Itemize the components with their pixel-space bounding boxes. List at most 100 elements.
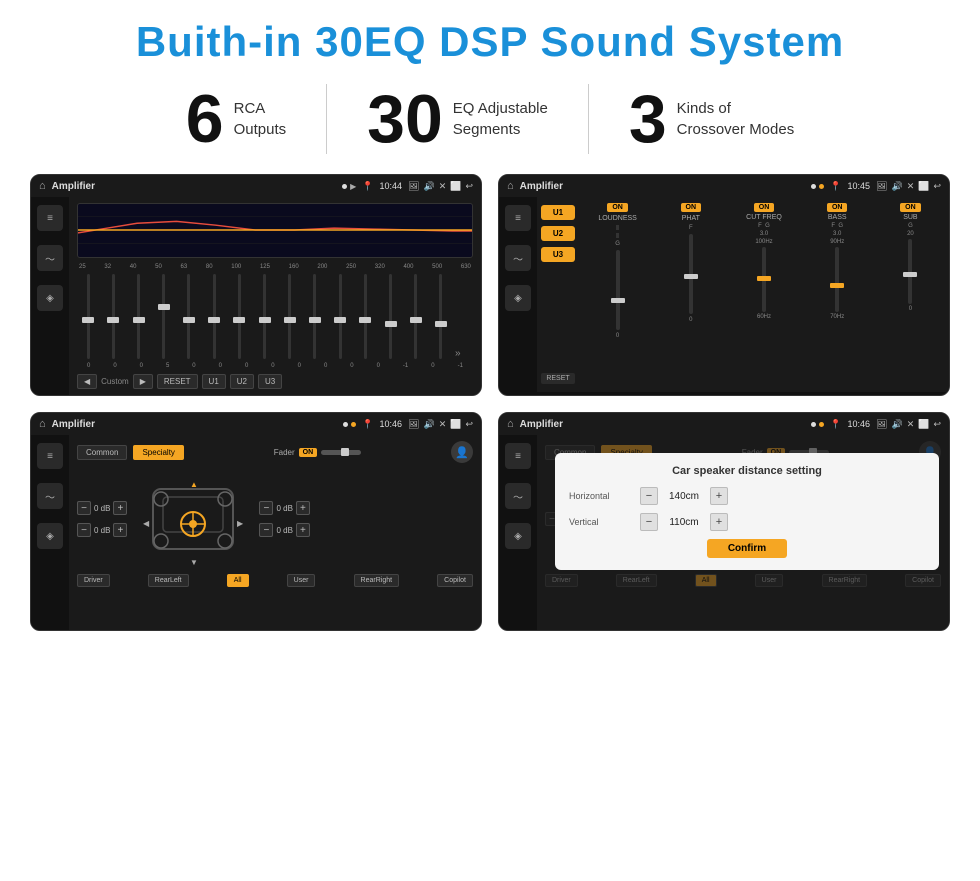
speaker-tabs-row: Common Specialty Fader ON 👤	[77, 441, 473, 463]
rearleft-btn[interactable]: RearLeft	[148, 574, 189, 587]
db-plus-2[interactable]: +	[113, 523, 127, 537]
eq-slider-6[interactable]	[203, 274, 225, 359]
on-sub[interactable]: ON	[900, 203, 921, 212]
user-avatar[interactable]: 👤	[451, 441, 473, 463]
db-minus-2[interactable]: −	[77, 523, 91, 537]
screen1-time: 10:44	[380, 181, 403, 191]
feature-text-eq: EQ AdjustableSegments	[453, 98, 548, 140]
preset-u3[interactable]: U3	[541, 247, 575, 262]
home-icon[interactable]: ⌂	[39, 180, 46, 192]
slider-loudness[interactable]	[616, 250, 620, 330]
preset-u2[interactable]: U2	[541, 226, 575, 241]
speaker-icon-2[interactable]: ◈	[505, 285, 531, 311]
user-btn[interactable]: User	[287, 574, 316, 587]
label-cutfreq: CUT FREQ	[746, 214, 782, 221]
wave-icon-3[interactable]: 〜	[37, 483, 63, 509]
feature-eq: 30 EQ AdjustableSegments	[327, 85, 588, 153]
vertical-minus[interactable]: −	[640, 513, 658, 531]
db-row-4: − 0 dB +	[259, 523, 309, 537]
db-minus-1[interactable]: −	[77, 501, 91, 515]
prev-btn[interactable]: ◀	[77, 374, 97, 389]
topbar-1: ⌂ Amplifier ▶ 📍 10:44 🖼🔊✕⬜↩	[31, 175, 481, 197]
status-dots-3	[343, 422, 356, 427]
svg-text:▶: ▶	[237, 519, 244, 528]
top-icons-set1: 🖼🔊✕⬜↩	[408, 181, 473, 192]
on-loudness[interactable]: ON	[607, 203, 628, 212]
tab-specialty-3[interactable]: Specialty	[133, 445, 183, 460]
slider-bass[interactable]	[835, 247, 839, 312]
home-icon-4[interactable]: ⌂	[507, 418, 514, 430]
all-btn[interactable]: All	[227, 574, 249, 587]
eq-slider-12[interactable]	[354, 274, 376, 359]
eq-icon[interactable]: ≡	[37, 205, 63, 231]
dot-orange-2	[819, 184, 824, 189]
horizontal-minus[interactable]: −	[640, 487, 658, 505]
fader-slider[interactable]	[321, 450, 361, 455]
confirm-button[interactable]: Confirm	[707, 539, 787, 558]
car-diagram: ▲ ▼ ◀ ▶	[133, 469, 253, 569]
eq-slider-3[interactable]	[127, 274, 149, 359]
db-plus-1[interactable]: +	[113, 501, 127, 515]
u2-btn-1[interactable]: U2	[230, 374, 254, 389]
reset-btn-1[interactable]: RESET	[157, 374, 198, 389]
eq-slider-2[interactable]	[102, 274, 124, 359]
eq-slider-8[interactable]	[253, 274, 275, 359]
u3-btn-1[interactable]: U3	[258, 374, 282, 389]
vertical-plus[interactable]: +	[710, 513, 728, 531]
top-icons-1: 📍	[362, 181, 373, 192]
speaker-icon[interactable]: ◈	[37, 285, 63, 311]
db-plus-4[interactable]: +	[296, 523, 310, 537]
tab-common-3[interactable]: Common	[77, 445, 127, 460]
side-icons-3: ≡ 〜 ◈	[31, 435, 69, 630]
eq-slider-5[interactable]	[178, 274, 200, 359]
rearright-btn[interactable]: RearRight	[354, 574, 400, 587]
eq-slider-10[interactable]	[304, 274, 326, 359]
top-icons-2: 📍	[830, 181, 841, 192]
eq-icon-4[interactable]: ≡	[505, 443, 531, 469]
dot-orange-4	[819, 422, 824, 427]
db-minus-3[interactable]: −	[259, 501, 273, 515]
horizontal-plus[interactable]: +	[710, 487, 728, 505]
eq-slider-4[interactable]	[153, 274, 175, 359]
slider-cutfreq[interactable]	[762, 247, 766, 312]
eq-slider-7[interactable]	[228, 274, 250, 359]
eq-slider-14[interactable]	[405, 274, 427, 359]
play-btn[interactable]: ▶	[133, 374, 153, 389]
topbar-4: ⌂ Amplifier 📍 10:46 🖼🔊✕⬜↩	[499, 413, 949, 435]
eq-slider-13[interactable]	[379, 274, 401, 359]
eq-slider-11[interactable]	[329, 274, 351, 359]
db-minus-4[interactable]: −	[259, 523, 273, 537]
slider-sub[interactable]	[908, 239, 912, 304]
db-plus-3[interactable]: +	[296, 501, 310, 515]
preset-u1[interactable]: U1	[541, 205, 575, 220]
eq-icon-3[interactable]: ≡	[37, 443, 63, 469]
wave-icon-2[interactable]: 〜	[505, 245, 531, 271]
on-bass[interactable]: ON	[827, 203, 848, 212]
db-val-4: 0 dB	[276, 526, 292, 535]
slider-phat[interactable]	[689, 234, 693, 314]
speaker-bottom-btns: Driver RearLeft All User RearRight Copil…	[77, 574, 473, 587]
fader-on[interactable]: ON	[299, 448, 318, 457]
feature-rca: 6 RCAOutputs	[146, 85, 326, 153]
reset-btn-2[interactable]: RESET	[541, 373, 575, 384]
svg-text:▼: ▼	[190, 558, 198, 567]
speaker-icon-4[interactable]: ◈	[505, 523, 531, 549]
driver-btn[interactable]: Driver	[77, 574, 110, 587]
home-icon-3[interactable]: ⌂	[39, 418, 46, 430]
u1-btn-1[interactable]: U1	[202, 374, 226, 389]
speaker-icon-3[interactable]: ◈	[37, 523, 63, 549]
speaker-content-4: Common Specialty Fader ON 👤 −0 dB+	[537, 435, 949, 630]
wave-icon[interactable]: 〜	[37, 245, 63, 271]
screen-eq: ⌂ Amplifier ▶ 📍 10:44 🖼🔊✕⬜↩ ≡ 〜 ◈	[30, 174, 482, 396]
on-cutfreq[interactable]: ON	[754, 203, 775, 212]
eq-sliders: »	[77, 274, 473, 359]
rearright-btn-4: RearRight	[822, 574, 868, 587]
on-phat[interactable]: ON	[681, 203, 702, 212]
eq-icon-2[interactable]: ≡	[505, 205, 531, 231]
eq-slider-9[interactable]	[279, 274, 301, 359]
home-icon-2[interactable]: ⌂	[507, 180, 514, 192]
eq-slider-15[interactable]	[430, 274, 452, 359]
eq-slider-1[interactable]	[77, 274, 99, 359]
copilot-btn[interactable]: Copilot	[437, 574, 473, 587]
wave-icon-4[interactable]: 〜	[505, 483, 531, 509]
